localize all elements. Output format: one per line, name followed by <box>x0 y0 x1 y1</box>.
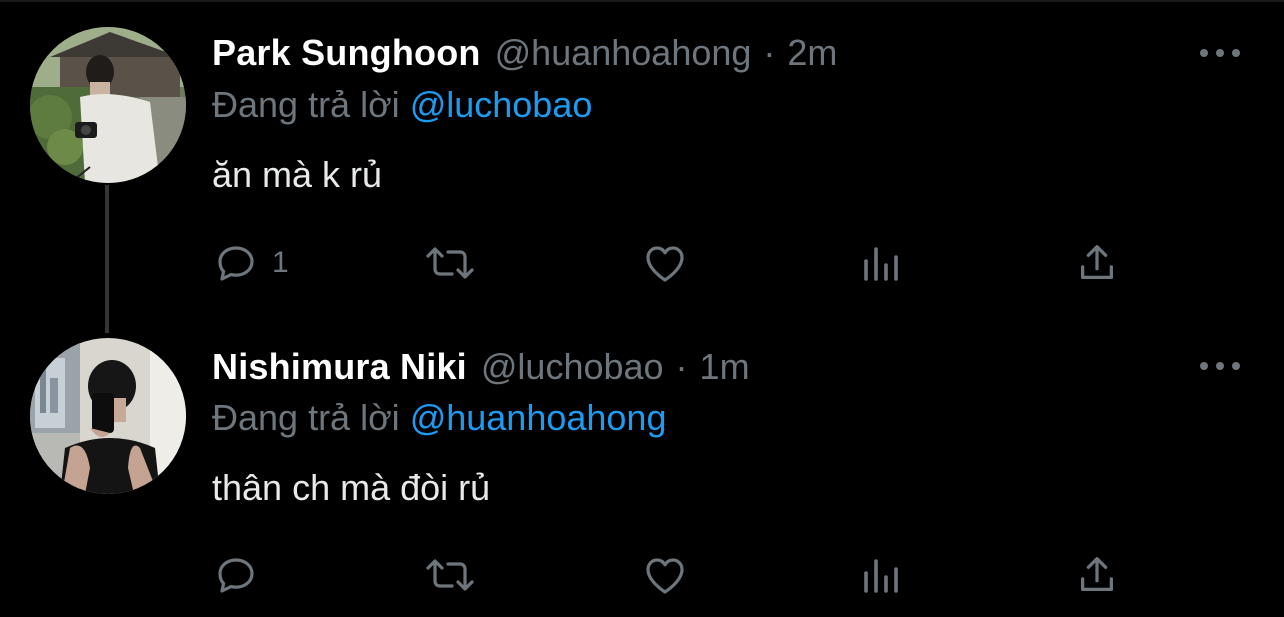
tweet[interactable]: Park Sunghoon @huanhoahong · 2m Đang trả… <box>0 0 1284 333</box>
replying-to: Đang trả lời @luchobao <box>212 84 592 126</box>
retweet-button[interactable] <box>422 238 478 288</box>
heart-icon <box>646 558 684 594</box>
tweet-actions <box>212 550 1122 600</box>
share-button[interactable] <box>1074 550 1120 600</box>
tweet-header: Park Sunghoon @huanhoahong · 2m <box>212 28 837 78</box>
more-icon[interactable] <box>1200 360 1240 372</box>
retweet-button[interactable] <box>422 550 478 600</box>
tweet-actions: 1 <box>212 238 1122 288</box>
share-button[interactable] <box>1074 238 1120 288</box>
avatar[interactable] <box>30 338 186 494</box>
replying-to-label: Đang trả lời <box>212 84 400 125</box>
replying-to: Đang trả lời @huanhoahong <box>212 397 666 439</box>
tweet-text: thân ch mà đòi rủ <box>212 467 491 508</box>
retweet-icon <box>426 247 474 279</box>
mention-link[interactable]: @huanhoahong <box>410 397 667 438</box>
retweet-icon <box>426 559 474 591</box>
avatar[interactable] <box>30 27 186 183</box>
analytics-button[interactable] <box>860 550 904 600</box>
display-name[interactable]: Nishimura Niki <box>212 346 467 388</box>
heart-icon <box>646 246 684 282</box>
timestamp[interactable]: 1m <box>700 346 750 388</box>
thread-connector <box>105 185 109 333</box>
like-button[interactable] <box>640 550 690 600</box>
reply-count: 1 <box>272 246 289 279</box>
share-icon <box>1080 557 1114 592</box>
user-handle[interactable]: @huanhoahong <box>495 32 752 74</box>
mention-link[interactable]: @luchobao <box>410 84 593 125</box>
reply-icon <box>218 558 254 593</box>
timestamp[interactable]: 2m <box>787 32 837 74</box>
user-handle[interactable]: @luchobao <box>481 346 664 388</box>
tweet-header: Nishimura Niki @luchobao · 1m <box>212 342 750 392</box>
analytics-icon <box>864 559 898 593</box>
display-name[interactable]: Park Sunghoon <box>212 32 481 74</box>
analytics-button[interactable] <box>860 238 904 288</box>
analytics-icon <box>864 247 898 281</box>
tweet[interactable]: Nishimura Niki @luchobao · 1m Đang trả l… <box>0 312 1284 617</box>
separator-dot: · <box>763 32 776 73</box>
reply-button[interactable] <box>212 550 272 600</box>
reply-button[interactable]: 1 <box>212 238 289 288</box>
replying-to-label: Đang trả lời <box>212 397 400 438</box>
separator-dot: · <box>675 346 688 387</box>
more-icon[interactable] <box>1200 47 1240 59</box>
share-icon <box>1080 245 1114 280</box>
like-button[interactable] <box>640 238 690 288</box>
tweet-text: ăn mà k rủ <box>212 154 383 195</box>
reply-icon <box>218 246 254 281</box>
